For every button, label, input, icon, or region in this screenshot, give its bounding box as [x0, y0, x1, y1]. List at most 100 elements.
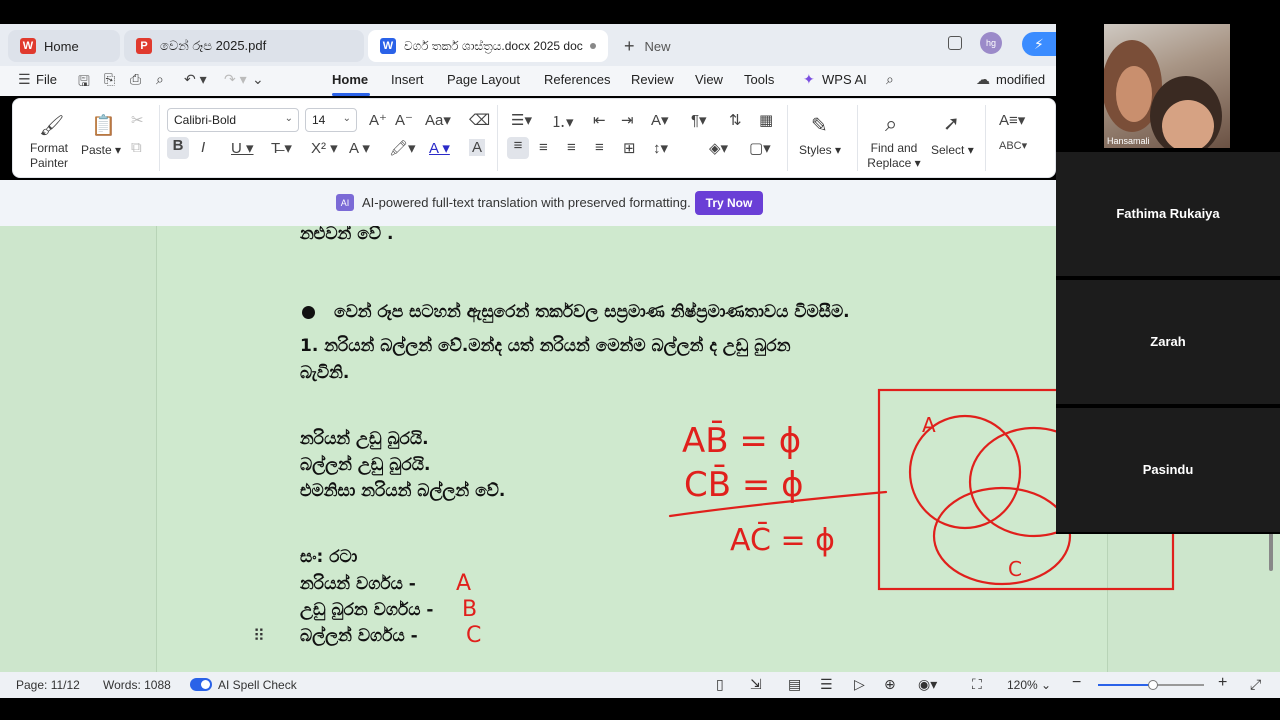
find-replace-button[interactable]: Find and Replace ▾	[865, 141, 923, 171]
scrollbar-thumb[interactable]	[1269, 531, 1273, 571]
page-view-icon[interactable]: ▤	[788, 676, 801, 693]
align-left-icon[interactable]: ≡	[507, 137, 529, 159]
menu-insert[interactable]: Insert	[391, 72, 424, 87]
tab-home[interactable]: W Home	[8, 30, 120, 62]
redo-icon[interactable]: ↷ ▾	[224, 71, 247, 88]
menu-review[interactable]: Review	[631, 72, 674, 87]
participant-tile[interactable]: Hansamali	[1056, 24, 1280, 148]
clear-format-icon[interactable]: ⌫	[469, 111, 490, 129]
distribute-icon[interactable]: ⊞	[623, 139, 636, 157]
font-name-value: Calibri-Bold	[174, 113, 237, 127]
grow-font-icon[interactable]: A⁺	[369, 111, 387, 129]
export-icon[interactable]: ⎘	[104, 71, 115, 88]
menu-page-layout[interactable]: Page Layout	[447, 72, 520, 87]
format-painter-button[interactable]: Format Painter	[23, 141, 75, 171]
paste-button[interactable]: Paste ▾	[81, 143, 121, 157]
print-preview-icon[interactable]: ⌕	[156, 71, 164, 88]
text-effect-icon[interactable]: A ▾	[349, 139, 370, 157]
page-indicator[interactable]: Page: 11/12	[16, 678, 80, 692]
play-icon[interactable]: ▷	[854, 676, 865, 693]
fullscreen-icon[interactable]: ⤢	[1250, 676, 1261, 693]
zoom-slider[interactable]	[1098, 680, 1204, 690]
highlight-icon[interactable]: 🖍▾	[389, 139, 416, 157]
styles-button[interactable]: Styles ▾	[799, 143, 841, 157]
file-menu[interactable]: File	[36, 72, 57, 87]
read-mode-icon[interactable]: ▯	[716, 676, 724, 693]
menu-tools[interactable]: Tools	[744, 72, 774, 87]
zoom-out-icon[interactable]: −	[1072, 674, 1081, 692]
bullet-list-icon[interactable]: ☰▾	[511, 111, 532, 129]
participant-tile[interactable]: Pasindu	[1056, 408, 1280, 532]
menu-home[interactable]: Home	[332, 72, 368, 87]
paste-label: Paste	[81, 143, 112, 157]
save-icon[interactable]: 🖫	[78, 71, 90, 95]
align-right-icon[interactable]: ≡	[567, 139, 576, 156]
menu-wps-ai[interactable]: WPS AI	[822, 72, 867, 87]
tab-pdf-file[interactable]: P වෙන් රූප 2025.pdf	[124, 30, 364, 62]
participant-tile[interactable]: Zarah	[1056, 280, 1280, 404]
export-pdf-icon[interactable]: ⇲	[750, 676, 762, 693]
spell-check-toggle[interactable]	[190, 678, 212, 691]
align-center-icon[interactable]: ≡	[539, 139, 548, 156]
more-chevron-icon[interactable]: ⌄	[252, 71, 264, 88]
zoom-slider-knob[interactable]	[1148, 680, 1159, 690]
unsaved-dot-icon[interactable]	[590, 43, 596, 49]
new-tab-button[interactable]: + New	[612, 30, 702, 62]
zoom-level[interactable]: 120% ⌄	[1007, 678, 1051, 692]
shading-icon[interactable]: ◈▾	[709, 139, 728, 157]
justify-icon[interactable]: ≡	[595, 139, 604, 156]
increase-indent-icon[interactable]: ⇥	[621, 111, 634, 129]
find-replace-label-1: Find and	[870, 141, 918, 155]
table-grid-icon[interactable]: ▦	[759, 111, 773, 129]
outline-view-icon[interactable]: ☰	[820, 676, 833, 693]
char-shading-icon[interactable]: A	[469, 139, 486, 156]
sort-icon[interactable]: ⇅	[729, 111, 742, 129]
italic-icon[interactable]: I	[201, 139, 205, 156]
zoom-value: 120%	[1007, 678, 1038, 692]
hamburger-icon[interactable]: ☰	[18, 71, 31, 88]
pdf-icon: P	[136, 38, 152, 54]
text-direction-icon[interactable]: A▾	[651, 111, 669, 129]
word-count[interactable]: Words: 1088	[103, 678, 171, 692]
ink-class-letters: A B C	[456, 571, 481, 646]
participant-tile[interactable]: Fathima Rukaiya	[1056, 152, 1280, 276]
cut-icon[interactable]: ✂	[131, 111, 144, 129]
copy-icon[interactable]: ⧉	[131, 139, 142, 156]
print-icon[interactable]: ⎙	[130, 71, 141, 88]
numbered-list-icon[interactable]: ⒈▾	[551, 111, 574, 132]
select-button[interactable]: Select ▾	[931, 143, 974, 157]
user-avatar[interactable]: hg	[980, 32, 1002, 54]
menu-view[interactable]: View	[695, 72, 723, 87]
undo-icon[interactable]: ↶ ▾	[184, 71, 207, 88]
try-now-button[interactable]: Try Now	[695, 191, 763, 215]
zoom-in-icon[interactable]: +	[1218, 674, 1227, 692]
strikethrough-icon[interactable]: T̶ ▾	[271, 139, 292, 157]
line-spacing-icon[interactable]: ↕▾	[653, 139, 668, 157]
ink-letter-a: A	[456, 571, 471, 596]
superscript-icon[interactable]: X² ▾	[311, 139, 338, 157]
text-tools-icon[interactable]: A≡▾	[999, 111, 1025, 129]
decrease-indent-icon[interactable]: ⇤	[593, 111, 606, 129]
underline-icon[interactable]: U ▾	[231, 139, 254, 157]
paragraph-mark-icon[interactable]: ¶▾	[691, 111, 707, 129]
font-color-icon[interactable]: A ▾	[429, 139, 450, 157]
font-size-select[interactable]: 14 ⌄	[305, 108, 357, 132]
window-switch-icon[interactable]	[948, 36, 962, 50]
find-replace-label-2: Replace	[867, 156, 912, 170]
font-name-select[interactable]: Calibri-Bold ⌄	[167, 108, 299, 132]
tab-docx-file[interactable]: W වර්ග තර්ක ශාස්ත්‍රය.docx 2025 doc	[368, 30, 608, 62]
fit-page-icon[interactable]: ⛶	[972, 676, 982, 693]
bold-icon[interactable]: B	[167, 137, 189, 159]
eye-icon[interactable]: ◉▾	[918, 676, 937, 693]
web-view-icon[interactable]: ⊕	[884, 676, 896, 693]
spell-check-icon[interactable]: ABC▾	[999, 139, 1027, 152]
divider	[857, 105, 858, 171]
ai-translation-banner: AI AI-powered full-text translation with…	[0, 180, 1056, 226]
change-case-icon[interactable]: Aa▾	[425, 111, 451, 129]
shrink-font-icon[interactable]: A⁻	[395, 111, 413, 129]
menu-references[interactable]: References	[544, 72, 610, 87]
tab-pdf-label: වෙන් රූප 2025.pdf	[160, 38, 267, 53]
drag-handle-icon[interactable]: ⠿	[253, 626, 265, 646]
borders-icon[interactable]: ▢▾	[749, 139, 771, 157]
search-icon[interactable]: ⌕	[886, 71, 894, 88]
